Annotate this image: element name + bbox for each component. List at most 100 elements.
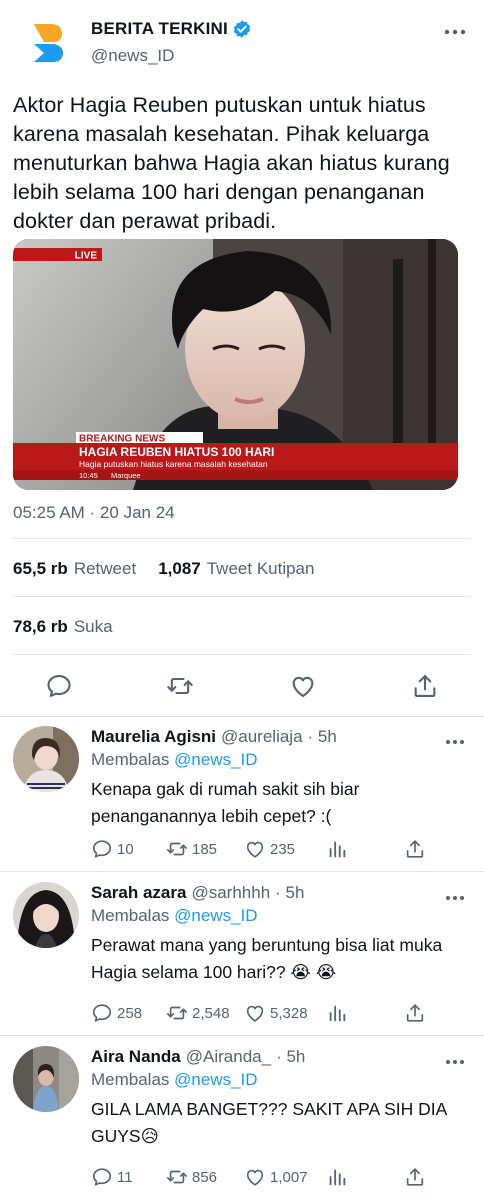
news-headline: HAGIA REUBEN HIATUS 100 HARI xyxy=(79,445,274,459)
reply-text: Perawat mana yang beruntung bisa liat mu… xyxy=(91,935,443,982)
like-button[interactable]: 5,328 xyxy=(244,1002,326,1024)
more-options-icon[interactable] xyxy=(444,24,466,35)
tweet-media-image[interactable]: LIVE BREAKING NEWS HAGIA REUBEN HIATUS 1… xyxy=(13,239,458,490)
like-label[interactable]: Suka xyxy=(74,617,113,637)
reply-button[interactable]: 10 xyxy=(91,838,166,860)
like-icon xyxy=(246,841,264,858)
reply-time[interactable]: · 5h xyxy=(308,727,337,747)
reply-author-handle[interactable]: @aureliaja xyxy=(221,727,303,747)
reply-icon[interactable] xyxy=(45,672,73,700)
share-button[interactable] xyxy=(404,1166,426,1188)
reply-author-handle[interactable]: @sarhhhh xyxy=(191,883,270,903)
reply-count: 11 xyxy=(117,1168,133,1186)
retweet-button[interactable]: 2,548 xyxy=(166,1002,244,1024)
more-options-icon[interactable] xyxy=(445,889,465,900)
retweet-count: 2,548 xyxy=(192,1004,230,1022)
reply-author-name[interactable]: Maurelia Agisni xyxy=(91,727,216,747)
divider xyxy=(0,1035,484,1036)
retweet-icon[interactable] xyxy=(166,672,194,700)
reply-text: Kenapa gak di rumah sakit sih biar penan… xyxy=(91,779,360,826)
reply-text: GILA LAMA BANGET??? SAKIT APA SIH DIA GU… xyxy=(91,1099,447,1146)
retweet-button[interactable]: 856 xyxy=(166,1166,244,1188)
divider xyxy=(0,716,484,717)
like-count: 235 xyxy=(270,840,296,858)
share-button[interactable] xyxy=(404,838,426,860)
retweet-label[interactable]: Retweet xyxy=(74,559,136,579)
retweet-count[interactable]: 65,5 rb xyxy=(13,559,68,579)
like-button[interactable]: 235 xyxy=(244,838,326,860)
reply-author-name[interactable]: Sarah azara xyxy=(91,883,186,903)
analytics-button[interactable] xyxy=(326,1166,404,1188)
mention-link[interactable]: @news_ID xyxy=(174,750,257,769)
like-icon xyxy=(246,1005,264,1022)
tweet-timestamp[interactable]: 05:25 AM · 20 Jan 24 xyxy=(13,503,175,523)
analytics-icon xyxy=(329,1169,346,1186)
reply-header: Aira Nanda @Airanda_ · 5h xyxy=(91,1047,305,1067)
analytics-icon xyxy=(329,1005,346,1022)
news-clock: 10:45 xyxy=(79,471,98,480)
like-count[interactable]: 78,6 rb xyxy=(13,617,68,637)
avatar[interactable] xyxy=(13,726,79,792)
replying-label: Membalas xyxy=(91,1070,170,1089)
reply-time[interactable]: · 5h xyxy=(276,1047,305,1067)
reply-button[interactable]: 258 xyxy=(91,1002,166,1024)
reply-count: 10 xyxy=(117,840,134,858)
more-options-icon[interactable] xyxy=(445,1053,465,1064)
share-icon[interactable] xyxy=(411,672,439,700)
reply-author-handle[interactable]: @Airanda_ xyxy=(186,1047,271,1067)
quote-label[interactable]: Tweet Kutipan xyxy=(207,559,315,579)
reply-author-name[interactable]: Aira Nanda xyxy=(91,1047,181,1067)
tweet-author-name[interactable]: BERITA TERKINI xyxy=(91,19,252,39)
like-count: 1,007 xyxy=(270,1168,308,1186)
like-stats: 78,6 rb Suka xyxy=(13,617,113,637)
replying-to: Membalas @news_ID xyxy=(91,906,258,926)
divider xyxy=(13,596,471,597)
reply-header: Sarah azara @sarhhhh · 5h xyxy=(91,883,304,903)
analytics-icon xyxy=(329,841,346,858)
divider xyxy=(13,538,471,539)
reply-icon xyxy=(92,1004,112,1022)
retweet-icon xyxy=(167,842,187,856)
analytics-button[interactable] xyxy=(326,1002,404,1024)
avatar[interactable] xyxy=(13,882,79,948)
retweet-count: 856 xyxy=(192,1168,218,1186)
reply-header: Maurelia Agisni @aureliaja · 5h xyxy=(91,727,337,747)
mention-link[interactable]: @news_ID xyxy=(174,1070,257,1089)
like-icon xyxy=(246,1169,264,1186)
breaking-news-label: BREAKING NEWS xyxy=(79,434,165,445)
tweet-text: Aktor Hagia Reuben putuskan untuk hiatus… xyxy=(13,93,450,233)
replying-to: Membalas @news_ID xyxy=(91,750,258,770)
share-button[interactable] xyxy=(404,1002,426,1024)
author-name-text[interactable]: BERITA TERKINI xyxy=(91,19,228,39)
reply-actions: 258 2,548 5,328 xyxy=(91,1002,436,1024)
retweet-button[interactable]: 185 xyxy=(166,838,244,860)
like-icon[interactable] xyxy=(289,672,317,700)
news-logo[interactable] xyxy=(30,22,64,64)
divider xyxy=(13,654,471,655)
reply-button[interactable]: 11 xyxy=(91,1166,166,1188)
avatar[interactable] xyxy=(13,1046,79,1112)
replying-to: Membalas @news_ID xyxy=(91,1070,258,1090)
more-options-icon[interactable] xyxy=(445,733,465,744)
analytics-button[interactable] xyxy=(326,838,404,860)
reply-actions: 10 185 235 xyxy=(91,838,436,860)
reply-icon xyxy=(92,840,112,858)
like-button[interactable]: 1,007 xyxy=(244,1166,326,1188)
replying-label: Membalas xyxy=(91,750,170,769)
share-icon xyxy=(406,1004,424,1022)
share-icon xyxy=(406,840,424,858)
tweet-author-handle[interactable]: @news_ID xyxy=(91,46,174,66)
quote-count[interactable]: 1,087 xyxy=(158,559,201,579)
retweet-count: 185 xyxy=(192,840,218,858)
share-icon xyxy=(406,1168,424,1186)
like-count: 5,328 xyxy=(270,1004,308,1022)
reply-time[interactable]: · 5h xyxy=(275,883,304,903)
retweet-quote-stats: 65,5 rb Retweet 1,087 Tweet Kutipan xyxy=(13,559,314,579)
reply-actions: 11 856 1,007 xyxy=(91,1166,436,1188)
mention-link[interactable]: @news_ID xyxy=(174,906,257,925)
replying-label: Membalas xyxy=(91,906,170,925)
news-ticker: Marquee xyxy=(111,471,141,480)
live-label: LIVE xyxy=(75,251,98,262)
verified-badge-icon xyxy=(232,19,252,39)
reply-icon xyxy=(92,1168,112,1186)
